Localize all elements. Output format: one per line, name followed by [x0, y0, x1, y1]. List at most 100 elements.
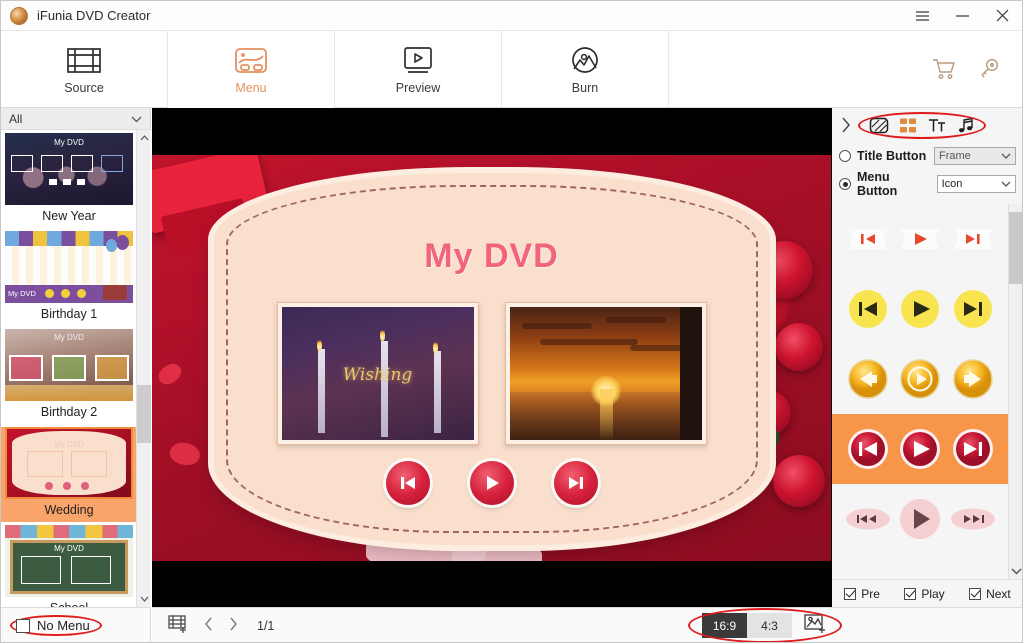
style-next-button[interactable]	[949, 425, 997, 473]
scroll-up-icon[interactable]	[137, 130, 151, 146]
pre-checkbox[interactable]	[844, 587, 857, 600]
text-format-tab[interactable]	[925, 115, 948, 136]
button-style-scrollbar[interactable]	[1008, 204, 1022, 579]
style-next-button[interactable]	[949, 355, 997, 403]
menu-button-row[interactable]: Menu Button Icon	[832, 170, 1022, 198]
menu-canvas[interactable]: My DVD Wishing	[152, 154, 831, 561]
sun-reflection-decoration	[599, 388, 613, 440]
style-row-gold-gloss[interactable]	[832, 344, 1009, 414]
style-play-button[interactable]	[896, 425, 944, 473]
style-previous-button[interactable]	[844, 425, 892, 473]
dvd-title-text[interactable]: My DVD	[152, 237, 831, 276]
button-style-list[interactable]	[832, 204, 1022, 579]
template-item-school[interactable]: My DVD School	[1, 525, 137, 607]
style-row-crimson-ring[interactable]	[832, 414, 1009, 484]
top-navigation: Source Menu Preview Burn	[1, 31, 1022, 108]
shopping-cart-icon[interactable]	[932, 58, 956, 80]
properties-tab-bar	[832, 108, 1022, 142]
play-button[interactable]	[469, 460, 514, 505]
play-checkbox[interactable]	[904, 587, 917, 600]
style-row-pink-pill[interactable]	[832, 484, 1009, 554]
style-row-ribbon-red[interactable]	[832, 204, 1009, 274]
hamburger-menu-icon[interactable]	[902, 1, 942, 31]
template-thumbnail: My DVD	[5, 231, 133, 303]
style-play-button[interactable]	[896, 495, 944, 543]
play-checkbox-label: Play	[921, 586, 945, 601]
template-item-birthday-1[interactable]: My DVD Birthday 1	[1, 231, 137, 326]
style-row-yellow-flat[interactable]	[832, 274, 1009, 344]
background-tab[interactable]	[867, 115, 890, 136]
style-play-button[interactable]	[896, 355, 944, 403]
style-previous-button[interactable]	[844, 565, 892, 579]
template-item-birthday-2[interactable]: My DVD Birthday 2	[1, 329, 137, 424]
aspect-ratio-4-3[interactable]: 4:3	[747, 613, 792, 638]
style-next-button[interactable]	[949, 495, 997, 543]
chevron-down-icon	[131, 112, 142, 126]
style-play-button[interactable]	[896, 215, 944, 263]
style-previous-button[interactable]	[844, 215, 892, 263]
aspect-ratio-16-9[interactable]: 16:9	[702, 613, 747, 638]
rock-silhouette-decoration	[679, 306, 702, 440]
template-item-label: New Year	[42, 209, 96, 223]
chapter-thumbnails: Wishing	[152, 301, 831, 445]
menu-button-select[interactable]: Icon	[936, 175, 1016, 193]
title-button-select-value: Frame	[939, 150, 971, 162]
candle-decoration	[433, 350, 441, 433]
style-next-button[interactable]	[949, 565, 997, 579]
nav-tab-burn[interactable]: Burn	[502, 31, 669, 108]
title-button-row[interactable]: Title Button Frame	[832, 142, 1022, 170]
style-previous-button[interactable]	[844, 495, 892, 543]
style-play-button[interactable]	[896, 285, 944, 333]
style-next-button[interactable]	[949, 285, 997, 333]
title-button-select[interactable]: Frame	[934, 147, 1016, 165]
film-strip-icon	[67, 48, 101, 73]
previous-page-chevron-left-icon[interactable]	[201, 617, 215, 635]
disc-burn-icon	[572, 47, 598, 73]
title-button-radio[interactable]	[839, 150, 851, 162]
text-format-icon	[928, 118, 945, 131]
sunset-ocean-thumbnail[interactable]	[504, 301, 707, 445]
no-menu-label: No Menu	[37, 618, 90, 633]
music-note-tab[interactable]	[954, 115, 977, 136]
pre-checkbox-group[interactable]: Pre	[844, 587, 880, 601]
scrollbar-thumb[interactable]	[137, 385, 151, 443]
style-play-button[interactable]	[896, 565, 944, 579]
next-page-chevron-right-icon[interactable]	[226, 617, 240, 635]
candles-wishing-thumbnail[interactable]: Wishing	[276, 301, 479, 445]
style-previous-button[interactable]	[844, 355, 892, 403]
next-button[interactable]	[553, 460, 598, 505]
layout-grid-tab[interactable]	[896, 115, 919, 136]
style-row-faint-gray[interactable]	[832, 554, 1009, 579]
nav-tab-source[interactable]: Source	[1, 31, 168, 108]
nav-tab-preview[interactable]: Preview	[335, 31, 502, 108]
scrollbar-thumb[interactable]	[1009, 212, 1022, 284]
category-select[interactable]: All	[1, 108, 150, 130]
previous-button[interactable]	[385, 460, 430, 505]
style-previous-button[interactable]	[844, 285, 892, 333]
skip-previous-icon	[400, 476, 415, 489]
window-controls	[902, 1, 1022, 31]
key-icon[interactable]	[978, 58, 1000, 80]
close-icon[interactable]	[982, 1, 1022, 31]
add-film-icon[interactable]	[168, 614, 190, 637]
monitor-play-icon	[404, 47, 432, 73]
template-thumbnail: My DVD	[5, 133, 133, 205]
template-list-scrollbar[interactable]	[136, 130, 151, 607]
next-checkbox-group[interactable]: Next	[969, 587, 1011, 601]
template-item-wedding[interactable]: My DVD Wedding	[1, 427, 137, 522]
panel-collapse-chevron-right-icon[interactable]	[836, 108, 856, 142]
menu-button-radio[interactable]	[839, 178, 851, 190]
no-menu-checkbox[interactable]	[16, 618, 30, 633]
minimize-icon[interactable]	[942, 1, 982, 31]
no-menu-bar: No Menu	[1, 607, 151, 642]
scroll-down-icon[interactable]	[137, 591, 151, 607]
style-scroll-down-icon[interactable]	[1009, 563, 1022, 579]
template-item-new-year[interactable]: My DVD New Year	[1, 133, 137, 228]
template-list[interactable]: My DVD New Year My DVD Birthday 1 My DVD…	[1, 130, 151, 607]
add-image-icon[interactable]	[804, 613, 828, 638]
play-checkbox-group[interactable]: Play	[904, 586, 945, 601]
next-checkbox[interactable]	[969, 587, 982, 600]
no-menu-checkbox-group[interactable]: No Menu	[10, 615, 102, 636]
style-next-button[interactable]	[949, 215, 997, 263]
nav-tab-menu[interactable]: Menu	[168, 31, 335, 108]
